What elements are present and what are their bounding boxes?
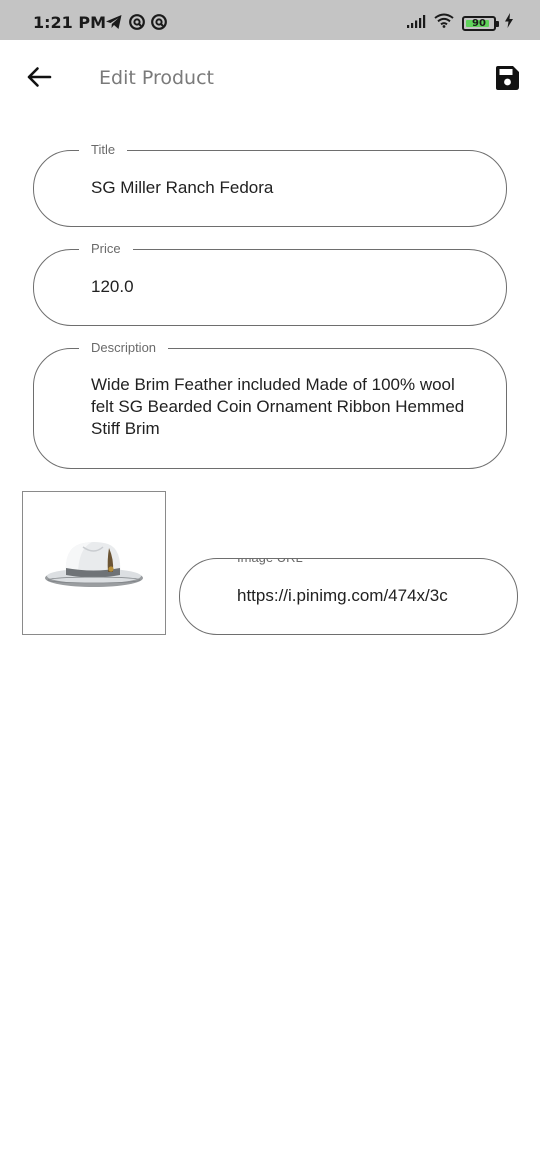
app-bar: Edit Product	[0, 40, 540, 118]
save-icon	[494, 65, 520, 96]
arrow-left-icon	[26, 66, 52, 93]
telegram-icon	[105, 14, 123, 35]
page-title: Edit Product	[99, 67, 214, 89]
status-system-icons: 90	[406, 13, 514, 33]
notification-icon	[129, 14, 145, 35]
image-url-field-label: Image URL	[225, 559, 315, 567]
battery-level-text: 90	[472, 17, 486, 29]
charging-icon	[504, 13, 514, 33]
back-button[interactable]	[22, 64, 56, 94]
wifi-icon	[434, 13, 454, 33]
description-field-value[interactable]: Wide Brim Feather included Made of 100% …	[91, 374, 471, 440]
notification-icon	[151, 14, 167, 35]
status-time: 1:21 PM	[33, 13, 107, 32]
save-button[interactable]	[490, 63, 524, 97]
description-field[interactable]: Description Wide Brim Feather included M…	[33, 339, 507, 469]
battery-tip	[496, 20, 499, 27]
price-field-label: Price	[79, 240, 133, 258]
image-url-field-value[interactable]: https://i.pinimg.com/474x/3c	[237, 585, 463, 607]
price-field[interactable]: Price 120.0	[33, 240, 507, 326]
title-field-label: Title	[79, 141, 128, 159]
status-notification-icons	[105, 14, 167, 35]
fedora-hat-image	[45, 542, 143, 587]
cellular-signal-icon	[406, 14, 426, 33]
status-bar: 1:21 PM 90	[0, 0, 540, 40]
title-field-value[interactable]: SG Miller Ranch Fedora	[91, 177, 273, 199]
title-field[interactable]: Title SG Miller Ranch Fedora	[33, 141, 507, 227]
image-url-field[interactable]: Image URL https://i.pinimg.com/474x/3c	[179, 558, 518, 635]
description-field-label: Description	[79, 339, 169, 357]
product-image-preview	[22, 491, 166, 635]
price-field-value[interactable]: 120.0	[91, 276, 134, 298]
battery-icon: 90	[462, 15, 499, 31]
